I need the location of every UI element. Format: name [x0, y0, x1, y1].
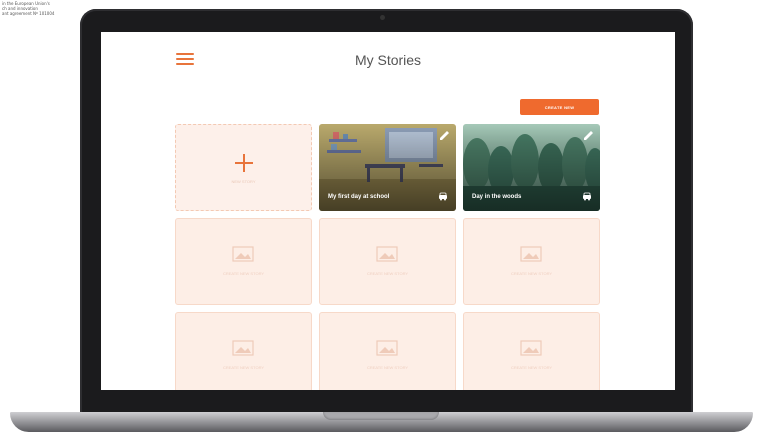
image-placeholder-icon	[376, 246, 398, 262]
image-placeholder-icon	[232, 246, 254, 262]
empty-slot-label: CREATE NEW STORY	[222, 365, 265, 370]
plus-icon	[234, 153, 254, 173]
laptop-lid: My Stories CREATE NEW NEW STORY My first…	[80, 9, 693, 415]
empty-slot-label: CREATE NEW STORY	[510, 365, 553, 370]
new-story-card[interactable]: NEW STORY	[175, 124, 312, 211]
empty-story-slot[interactable]: CREATE NEW STORY	[463, 218, 600, 305]
image-placeholder-icon	[232, 340, 254, 356]
funding-note: in the European Union's ch and innovatio…	[2, 1, 54, 16]
story-title: Day in the woods	[472, 194, 522, 200]
empty-slot-label: CREATE NEW STORY	[366, 271, 409, 276]
empty-story-slot[interactable]: CREATE NEW STORY	[319, 312, 456, 390]
image-placeholder-icon	[520, 340, 542, 356]
app-header: My Stories	[101, 32, 675, 92]
empty-story-slot[interactable]: CREATE NEW STORY	[175, 218, 312, 305]
stories-grid: NEW STORY My first day at school Day in …	[175, 124, 600, 390]
car-icon	[583, 192, 591, 201]
image-placeholder-icon	[376, 340, 398, 356]
empty-slot-label: CREATE NEW STORY	[510, 271, 553, 276]
image-placeholder-icon	[520, 246, 542, 262]
story-card[interactable]: My first day at school	[319, 124, 456, 211]
laptop-hinge-notch	[323, 412, 439, 420]
laptop-screen: My Stories CREATE NEW NEW STORY My first…	[101, 32, 675, 390]
car-icon	[439, 192, 447, 201]
empty-story-slot[interactable]: CREATE NEW STORY	[319, 218, 456, 305]
empty-slot-label: CREATE NEW STORY	[222, 271, 265, 276]
edit-icon[interactable]	[438, 130, 450, 140]
story-card[interactable]: Day in the woods	[463, 124, 600, 211]
webcam	[380, 15, 385, 20]
funding-note-line: ant agreement Nº 101004	[2, 11, 55, 16]
edit-icon[interactable]	[582, 130, 594, 140]
new-story-label: NEW STORY	[231, 179, 256, 184]
story-title: My first day at school	[328, 194, 390, 200]
page-title: My Stories	[354, 52, 422, 68]
empty-slot-label: CREATE NEW STORY	[366, 365, 409, 370]
empty-story-slot[interactable]: CREATE NEW STORY	[463, 312, 600, 390]
empty-story-slot[interactable]: CREATE NEW STORY	[175, 312, 312, 390]
create-new-button[interactable]: CREATE NEW	[520, 99, 599, 115]
